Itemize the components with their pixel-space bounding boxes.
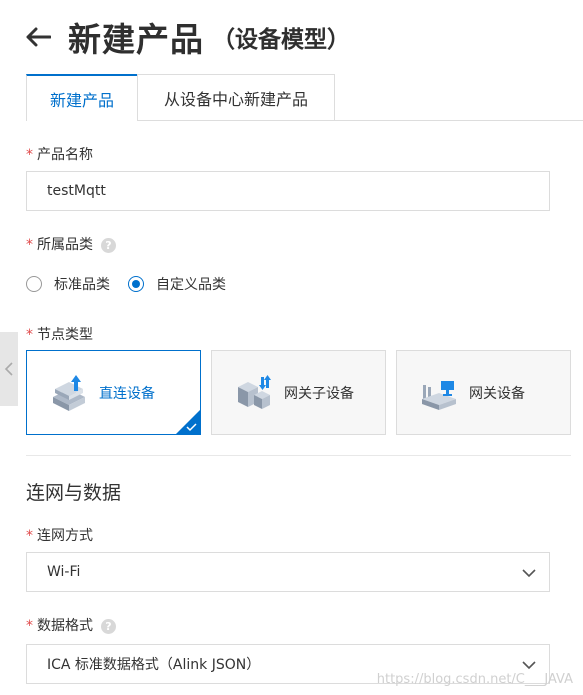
chevron-down-icon xyxy=(522,661,536,670)
help-icon[interactable]: ? xyxy=(101,237,116,253)
back-arrow-icon[interactable] xyxy=(24,25,52,49)
tab-bar: 新建产品 从设备中心新建产品 xyxy=(26,74,583,121)
radio-standard-category[interactable] xyxy=(26,276,42,292)
page-subtitle: （设备模型） xyxy=(212,27,350,53)
category-radio-group: 标准品类 自定义品类 xyxy=(26,274,244,294)
page-header: 新建产品 （设备模型） xyxy=(24,14,350,60)
card-gateway-sub-device-label: 网关子设备 xyxy=(284,385,354,402)
data-format-select-value: ICA 标准数据格式（Alink JSON） xyxy=(47,657,261,673)
card-gateway-device-label: 网关设备 xyxy=(469,385,525,402)
node-type-label: * 节点类型 xyxy=(26,327,93,343)
card-direct-device[interactable]: 直连设备 xyxy=(26,350,201,435)
data-format-label: * 数据格式? xyxy=(26,615,116,635)
check-icon xyxy=(186,423,197,432)
page-title: 新建产品 xyxy=(68,20,204,59)
chevron-left-icon xyxy=(4,362,13,376)
network-label: * 连网方式 xyxy=(26,528,93,544)
card-gateway-sub-device[interactable]: 网关子设备 xyxy=(211,350,386,435)
radio-custom-category[interactable] xyxy=(128,276,144,292)
card-direct-device-label: 直连设备 xyxy=(99,385,155,402)
tab-from-device-center[interactable]: 从设备中心新建产品 xyxy=(137,74,335,120)
collapse-handle[interactable] xyxy=(0,332,18,406)
direct-device-icon xyxy=(53,374,85,411)
chevron-down-icon xyxy=(522,569,536,578)
network-select[interactable]: Wi-Fi xyxy=(26,552,550,592)
radio-custom-category-label[interactable]: 自定义品类 xyxy=(156,274,226,294)
watermark: https://blog.csdn.net/C___JAVA xyxy=(376,672,573,687)
radio-standard-category-label[interactable]: 标准品类 xyxy=(54,274,110,294)
card-gateway-device[interactable]: 网关设备 xyxy=(396,350,571,435)
product-name-input[interactable]: testMqtt xyxy=(26,171,550,211)
section-title: 连网与数据 xyxy=(26,482,122,504)
gateway-device-icon xyxy=(422,380,456,410)
product-name-label: * 产品名称 xyxy=(26,147,93,163)
help-icon[interactable]: ? xyxy=(101,618,116,634)
gateway-sub-device-icon xyxy=(238,374,271,409)
network-select-value: Wi-Fi xyxy=(47,564,81,580)
tab-new-product[interactable]: 新建产品 xyxy=(26,74,138,121)
category-label: * 所属品类? xyxy=(26,234,116,254)
section-divider xyxy=(26,455,571,456)
